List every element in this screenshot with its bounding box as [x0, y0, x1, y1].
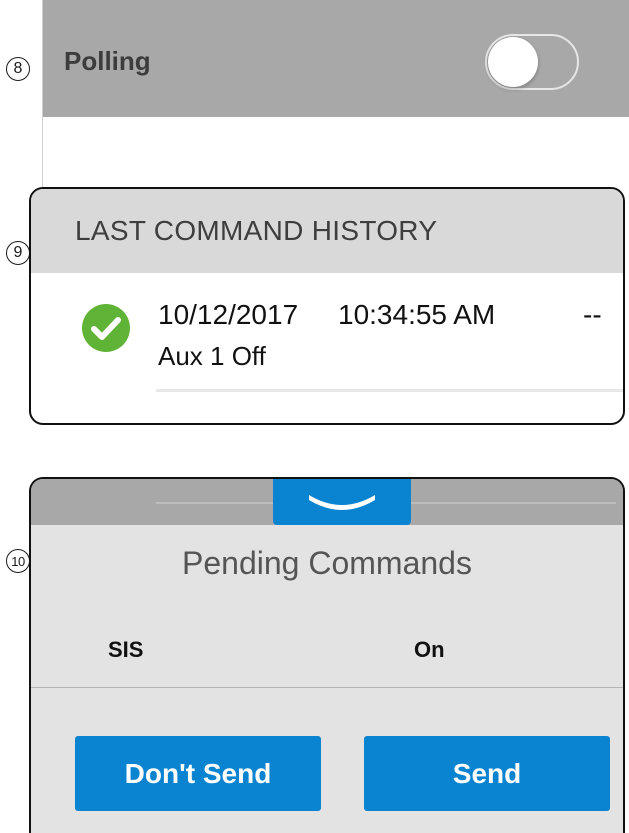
step-marker-8: 8 [6, 57, 30, 81]
dont-send-button[interactable]: Don't Send [75, 736, 321, 811]
pending-command-name: SIS [108, 637, 144, 662]
step-marker-9: 9 [6, 241, 30, 265]
history-entry[interactable]: 10/12/2017 10:34:55 AM -- Aux 1 Off [31, 273, 623, 423]
history-title: LAST COMMAND HISTORY [75, 215, 438, 246]
pending-command-value: On [414, 637, 445, 662]
pending-commands-panel: Pending Commands SIS On Don't Send Send [29, 477, 625, 833]
check-circle-icon [82, 304, 130, 352]
toggle-knob [488, 37, 538, 87]
pending-divider [31, 687, 623, 688]
collapse-tab[interactable] [273, 479, 411, 525]
last-command-history-panel: LAST COMMAND HISTORY 10/12/2017 10:34:55… [29, 187, 625, 425]
pending-topbar [31, 479, 623, 525]
pending-command-row: SIS On [31, 609, 623, 689]
history-extra: -- [583, 299, 602, 330]
polling-toggle[interactable] [485, 34, 579, 90]
chevron-down-icon [309, 495, 375, 510]
step-marker-10: 10 [6, 549, 30, 573]
polling-section: Polling [42, 0, 629, 187]
polling-bar: Polling [43, 0, 629, 117]
history-command: Aux 1 Off [158, 341, 266, 371]
pending-title: Pending Commands [182, 545, 472, 581]
history-date: 10/12/2017 [158, 299, 299, 330]
history-header: LAST COMMAND HISTORY [31, 189, 623, 273]
send-button[interactable]: Send [364, 736, 610, 811]
screen: 8 Polling 9 LAST COMMAND HISTORY 10/12/2… [0, 0, 629, 833]
polling-label: Polling [64, 46, 151, 76]
history-time: 10:34:55 AM [338, 299, 496, 330]
history-divider [156, 389, 623, 392]
